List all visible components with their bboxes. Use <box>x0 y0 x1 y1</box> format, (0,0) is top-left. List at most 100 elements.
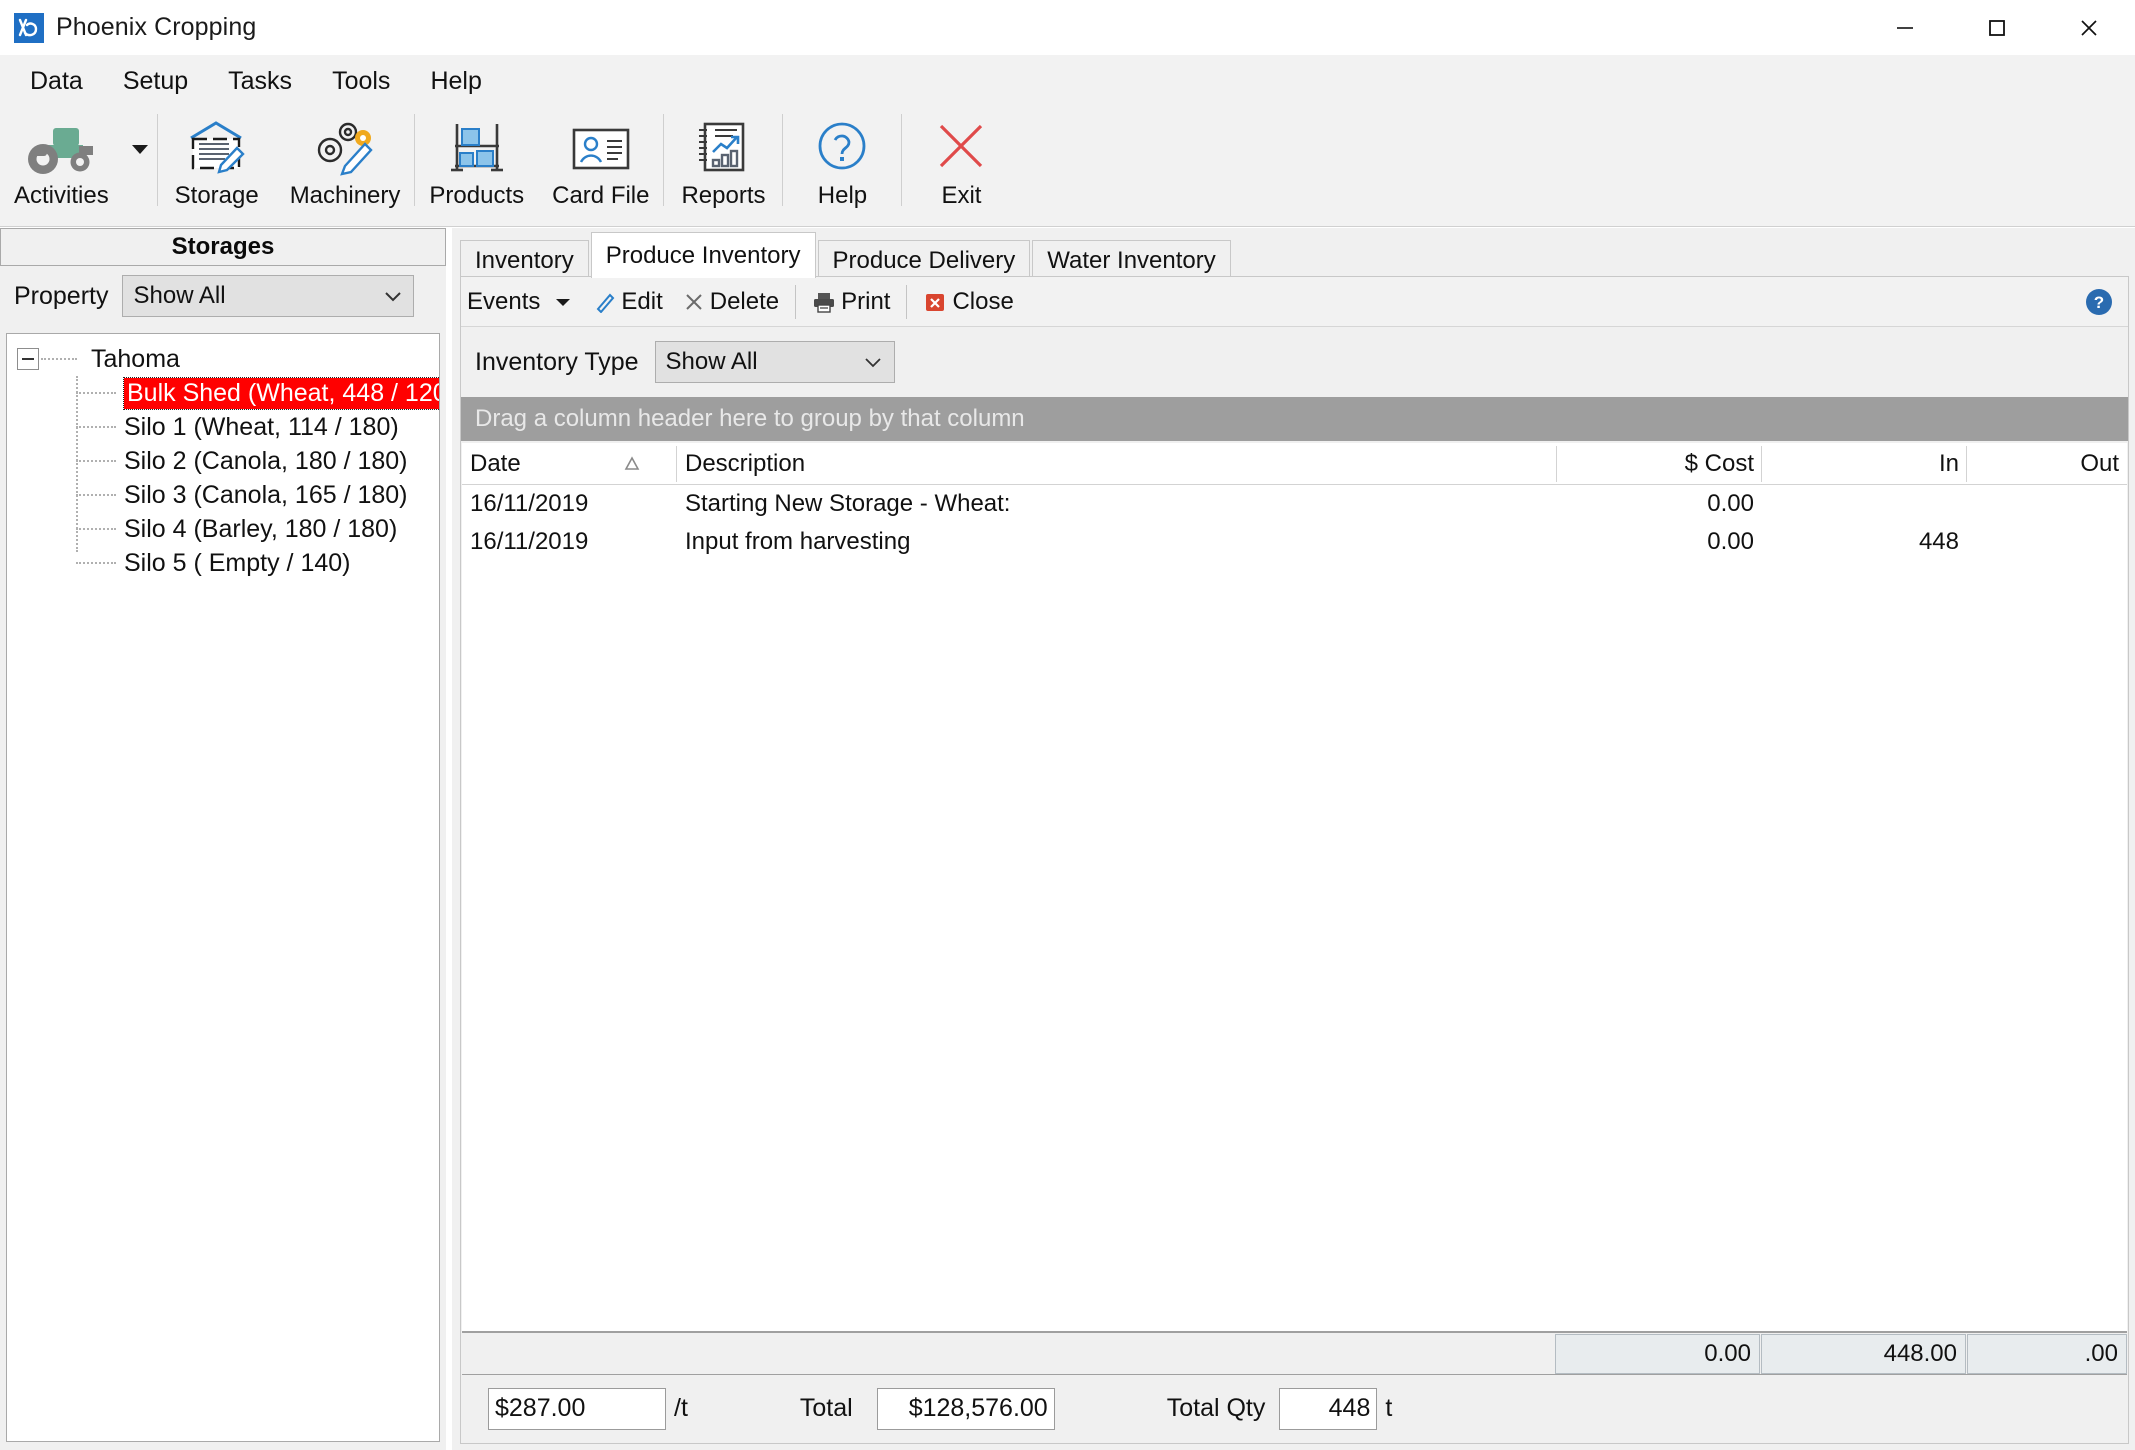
tree-item-silo-4[interactable]: Silo 4 (Barley, 180 / 180) <box>7 512 439 546</box>
summary-out: .00 <box>1967 1333 2127 1374</box>
tree-root-label: Tahoma <box>91 344 180 373</box>
ribbon-button-activities[interactable]: Activities <box>0 108 123 220</box>
tree-connector <box>76 392 116 394</box>
tree-item-silo-5[interactable]: Silo 5 ( Empty / 140) <box>7 546 439 580</box>
events-menu-button[interactable]: Events <box>461 279 578 325</box>
table-row[interactable]: 16/11/2019 Input from harvesting 0.00 44… <box>462 523 2127 561</box>
report-chart-icon <box>691 116 755 178</box>
menu-item-data[interactable]: Data <box>14 63 99 100</box>
tree-connector <box>76 494 116 496</box>
tree-connector <box>76 460 116 462</box>
tab-produce-delivery[interactable]: Produce Delivery <box>817 240 1031 280</box>
ribbon-label-exit: Exit <box>941 182 982 209</box>
tree-item-silo-1[interactable]: Silo 1 (Wheat, 114 / 180) <box>7 410 439 444</box>
menu-item-setup[interactable]: Setup <box>107 63 204 100</box>
delete-button[interactable]: Delete <box>677 279 785 325</box>
summary-in: 448.00 <box>1761 1333 1966 1374</box>
ribbon-label-activities: Activities <box>14 182 109 209</box>
menu-item-tools[interactable]: Tools <box>316 63 406 100</box>
cell-out <box>1967 523 2127 561</box>
window-title: Phoenix Cropping <box>56 13 257 41</box>
tab-strip: Inventory Produce Inventory Produce Deli… <box>460 232 2131 280</box>
ribbon-label-reports: Reports <box>681 182 766 209</box>
close-icon[interactable] <box>2043 0 2135 55</box>
tab-produce-inventory[interactable]: Produce Inventory <box>590 232 816 278</box>
cell-description: Starting New Storage - Wheat: <box>685 490 1011 517</box>
ribbon-button-exit[interactable]: Exit <box>902 108 1020 220</box>
table-row[interactable]: 16/11/2019 Starting New Storage - Wheat:… <box>462 485 2127 523</box>
ribbon-button-products[interactable]: Products <box>415 108 538 220</box>
property-select[interactable]: Show All <box>122 275 415 317</box>
total-qty-label: Total Qty <box>1166 1394 1266 1422</box>
ribbon-label-card-file: Card File <box>552 182 650 209</box>
grid-column-header-out[interactable]: Out <box>1967 443 2127 485</box>
ribbon-button-help[interactable]: Help <box>783 108 901 220</box>
sort-asc-triangle-icon[interactable] <box>622 443 677 485</box>
cell-description: Input from harvesting <box>685 528 911 555</box>
menu-item-tasks[interactable]: Tasks <box>212 63 308 100</box>
tree-item-silo-3[interactable]: Silo 3 (Canola, 165 / 180) <box>7 478 439 512</box>
rate-field[interactable]: $287.00 <box>488 1387 666 1430</box>
edit-button[interactable]: Edit <box>588 279 668 325</box>
cell-in: 448 <box>1918 528 1959 555</box>
activities-dropdown-caret[interactable] <box>123 108 157 220</box>
tree-item-label: Silo 2 (Canola, 180 / 180) <box>124 446 408 475</box>
pencil-icon <box>594 291 616 313</box>
tab-inventory[interactable]: Inventory <box>460 240 589 280</box>
ribbon-label-machinery: Machinery <box>289 182 401 209</box>
command-separator <box>906 284 908 319</box>
cell-cost: 0.00 <box>1707 528 1754 555</box>
command-bar: Events Edit Delete Print Close ? <box>461 277 2128 327</box>
total-qty-unit-label: t <box>1385 1394 1393 1422</box>
grid-column-header-in[interactable]: In <box>1762 443 1967 485</box>
minimize-icon[interactable] <box>1859 0 1951 55</box>
cell-date: 16/11/2019 <box>470 490 589 517</box>
ribbon-label-help: Help <box>817 182 868 209</box>
sidebar-header: Storages <box>0 228 446 266</box>
ribbon-button-card-file[interactable]: Card File <box>538 108 663 220</box>
footer-totals-bar: $287.00 /t Total $128,576.00 Total Qty 4… <box>462 1375 2127 1442</box>
maximize-icon[interactable] <box>1951 0 2043 55</box>
cell-date: 16/11/2019 <box>470 528 589 555</box>
total-field[interactable]: $128,576.00 <box>876 1387 1055 1430</box>
ribbon-label-storage: Storage <box>174 182 259 209</box>
inventory-type-row: Inventory Type Show All <box>461 327 2128 397</box>
grid-header-row: Date Description $ Cost In Out <box>462 443 2127 485</box>
close-label: Close <box>952 287 1014 315</box>
close-button[interactable]: Close <box>917 279 1019 325</box>
ribbon-button-reports[interactable]: Reports <box>664 108 782 220</box>
total-qty-field[interactable]: 448 <box>1279 1387 1378 1430</box>
property-label: Property <box>14 281 109 310</box>
grid-column-header-description[interactable]: Description <box>677 443 1557 485</box>
application-window: Phoenix Cropping Data Setup Tasks Tools … <box>0 0 2135 1450</box>
grid-column-header-cost[interactable]: $ Cost <box>1557 443 1762 485</box>
edit-label: Edit <box>621 287 663 315</box>
grid-column-header-date[interactable]: Date <box>462 443 622 485</box>
tractor-icon <box>23 116 99 178</box>
summary-cost: 0.00 <box>1555 1333 1760 1374</box>
chevron-down-icon <box>864 342 882 382</box>
ribbon-button-storage[interactable]: Storage <box>158 108 276 220</box>
print-label: Print <box>841 287 891 315</box>
menu-bar: Data Setup Tasks Tools Help <box>0 55 2135 108</box>
tree-children: Bulk Shed (Wheat, 448 / 1200) Silo 1 (Wh… <box>7 376 439 580</box>
storage-tree[interactable]: Tahoma Bulk Shed (Wheat, 448 / 1200) Sil… <box>6 333 440 1442</box>
tab-water-inventory[interactable]: Water Inventory <box>1032 240 1231 280</box>
gears-pencil-icon <box>311 116 379 178</box>
property-filter-row: Property Show All <box>0 266 446 326</box>
inventory-type-select[interactable]: Show All <box>654 341 895 383</box>
storage-shed-edit-icon <box>185 116 249 178</box>
tree-item-silo-2[interactable]: Silo 2 (Canola, 180 / 180) <box>7 444 439 478</box>
group-by-panel[interactable]: Drag a column header here to group by th… <box>461 397 2128 441</box>
tree-item-bulk-shed[interactable]: Bulk Shed (Wheat, 448 / 1200) <box>7 376 439 410</box>
tree-item-label: Silo 1 (Wheat, 114 / 180) <box>124 412 399 441</box>
print-button[interactable]: Print <box>806 279 896 325</box>
collapse-minus-icon[interactable] <box>17 348 39 370</box>
chevron-down-icon <box>383 276 403 316</box>
printer-icon <box>812 291 836 313</box>
tree-root-tahoma[interactable]: Tahoma <box>7 342 439 376</box>
ribbon-button-machinery[interactable]: Machinery <box>276 108 415 220</box>
help-circle-icon[interactable]: ? <box>2084 287 2114 322</box>
main-content-panel: Inventory Produce Inventory Produce Deli… <box>452 228 2135 1450</box>
menu-item-help[interactable]: Help <box>414 63 497 100</box>
